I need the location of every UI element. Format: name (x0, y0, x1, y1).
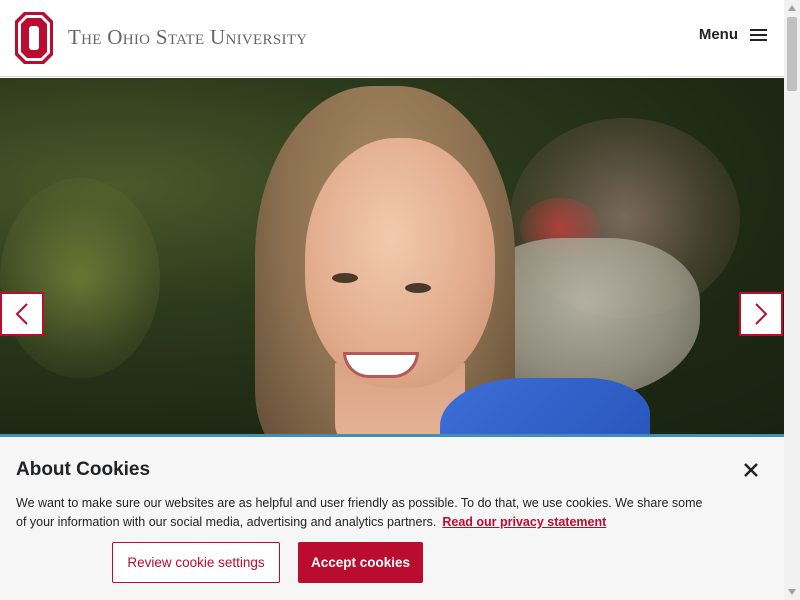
block-o-logo-icon (15, 12, 53, 64)
hero-background-foliage (0, 178, 160, 378)
hero-portrait-face (305, 138, 495, 388)
menu-label: Menu (698, 26, 738, 43)
hero-portrait-eye-left (332, 273, 358, 283)
menu-button[interactable]: Menu (699, 26, 768, 43)
carousel-next-button[interactable] (739, 292, 783, 336)
cookie-title: About Cookies (16, 459, 151, 480)
university-wordmark[interactable]: The Ohio State University (68, 25, 307, 50)
site-header: The Ohio State University Menu (0, 0, 784, 77)
triangle-up-icon (788, 5, 796, 11)
hero-carousel (0, 78, 784, 436)
block-o-logo[interactable] (15, 12, 53, 64)
triangle-down-icon (788, 589, 796, 595)
scroll-down-arrow[interactable] (784, 584, 800, 600)
scroll-up-arrow[interactable] (784, 0, 800, 16)
hamburger-icon (750, 28, 768, 42)
carousel-prev-button[interactable] (0, 292, 44, 336)
chevron-left-icon (15, 303, 28, 325)
page-scrollbar[interactable] (784, 0, 800, 600)
hero-portrait-eye-right (405, 283, 431, 293)
privacy-statement-link[interactable]: Read our privacy statement (442, 515, 606, 529)
cookie-message: We want to make sure our websites are as… (16, 494, 716, 532)
chevron-right-icon (755, 303, 768, 325)
scroll-thumb[interactable] (787, 17, 797, 91)
accept-cookies-button[interactable]: Accept cookies (298, 542, 423, 583)
close-icon (744, 463, 758, 477)
review-cookie-settings-button[interactable]: Review cookie settings (112, 542, 280, 583)
cookie-close-button[interactable] (742, 461, 760, 479)
cookie-banner: About Cookies We want to make sure our w… (0, 437, 784, 600)
